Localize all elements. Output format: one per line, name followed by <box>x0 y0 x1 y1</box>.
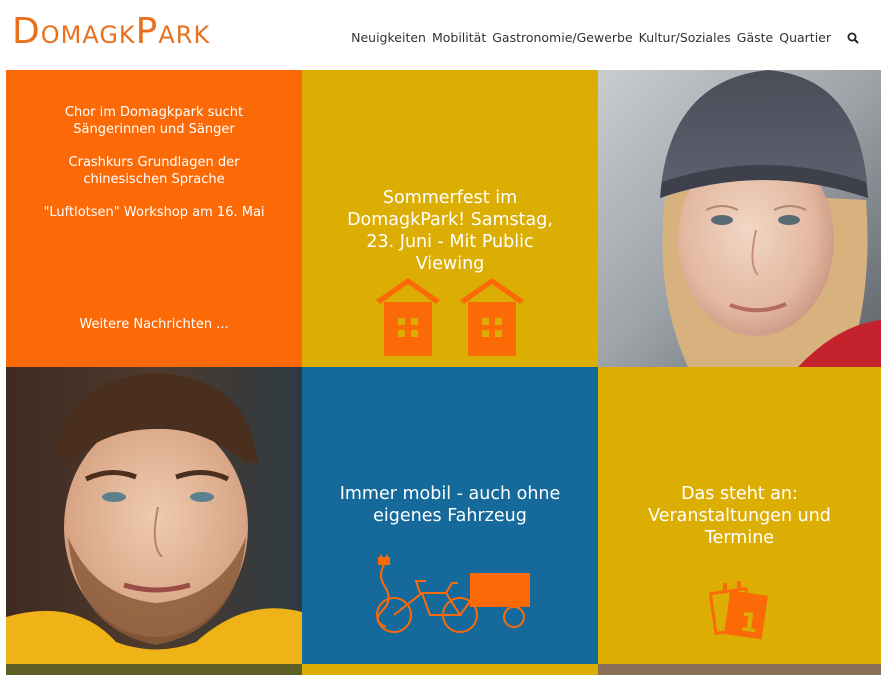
news-tile: Chor im Domagkpark sucht Sängerinnen und… <box>6 70 302 367</box>
search-icon[interactable] <box>847 32 859 44</box>
summer-festival-title[interactable]: Sommerfest im DomagkPark! Samstag, 23. J… <box>302 187 598 275</box>
more-news-link[interactable]: Weitere Nachrichten ... <box>6 317 302 332</box>
calendar-icon: 1 <box>709 581 768 640</box>
mobility-title[interactable]: Immer mobil - auch ohne eigenes Fahrzeug <box>302 483 598 527</box>
cargo-bike-icon <box>376 555 530 633</box>
portrait-woman <box>598 70 881 367</box>
nav-item-gastronomie[interactable]: Gastronomie/Gewerbe <box>492 30 632 45</box>
summer-festival-tile[interactable]: Sommerfest im DomagkPark! Samstag, 23. J… <box>302 70 598 367</box>
news-item[interactable]: "Luftlotsen" Workshop am 16. Mai <box>6 204 302 221</box>
bottom-tile-strip <box>598 664 881 675</box>
nav-item-kultur[interactable]: Kultur/Soziales <box>639 30 731 45</box>
nav-item-neuigkeiten[interactable]: Neuigkeiten <box>351 30 426 45</box>
events-tile[interactable]: Das steht an: Veranstaltungen und Termin… <box>598 367 881 664</box>
site-logo[interactable]: DOMAGKPARK <box>12 14 210 50</box>
news-item[interactable]: Crashkurs Grundlagen der chinesischen Sp… <box>6 154 302 188</box>
news-item[interactable]: Chor im Domagkpark sucht Sängerinnen und… <box>6 104 302 138</box>
site-header: DOMAGKPARK Neuigkeiten Mobilität Gastron… <box>0 0 881 70</box>
nav-item-gaeste[interactable]: Gäste <box>737 30 773 45</box>
main-nav: Neuigkeiten Mobilität Gastronomie/Gewerb… <box>351 30 859 45</box>
portrait-man-tile[interactable] <box>6 367 302 664</box>
news-list: Chor im Domagkpark sucht Sängerinnen und… <box>6 104 302 237</box>
nav-item-mobilitaet[interactable]: Mobilität <box>432 30 486 45</box>
portrait-woman-tile[interactable] <box>598 70 881 367</box>
events-title[interactable]: Das steht an: Veranstaltungen und Termin… <box>598 483 881 549</box>
bottom-tile-strip <box>302 664 598 675</box>
portrait-man <box>6 367 302 664</box>
nav-item-quartier[interactable]: Quartier <box>779 30 831 45</box>
houses-icon <box>376 278 524 356</box>
bottom-tile-strip <box>6 664 302 675</box>
mobility-tile[interactable]: Immer mobil - auch ohne eigenes Fahrzeug <box>302 367 598 664</box>
